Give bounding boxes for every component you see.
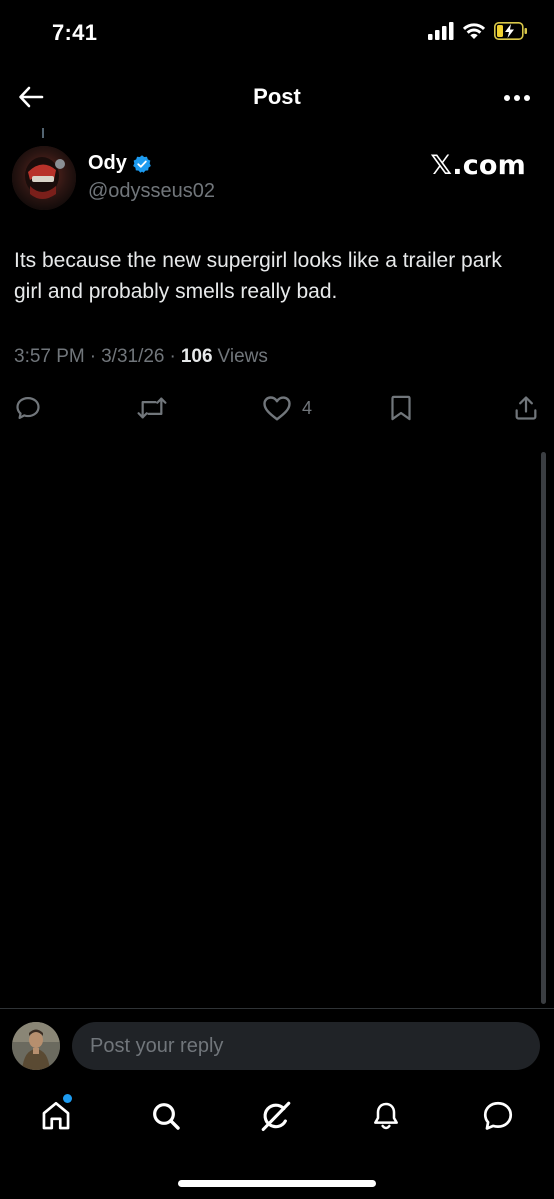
tab-grok[interactable] (254, 1094, 298, 1138)
like-button[interactable]: 4 (262, 392, 312, 424)
bookmark-icon (391, 395, 411, 421)
like-count: 4 (302, 397, 313, 418)
post-text: Its because the new supergirl looks like… (14, 249, 502, 303)
views-label: Views (217, 346, 268, 367)
reply-bar-divider (0, 1008, 554, 1009)
notification-dot (63, 1094, 72, 1103)
wifi-icon (462, 23, 486, 39)
status-icons (428, 22, 528, 40)
share-button[interactable] (512, 392, 540, 424)
tab-home[interactable] (34, 1094, 78, 1138)
verified-badge-icon (133, 154, 151, 173)
views-count[interactable]: 106 (181, 346, 213, 368)
thread-connector-line (42, 128, 44, 138)
tab-search[interactable] (144, 1094, 188, 1138)
tab-notifications[interactable] (364, 1094, 408, 1138)
post-date: 3/31/26 (101, 346, 165, 367)
status-time: 7:41 (52, 20, 98, 45)
notifications-icon (374, 1102, 398, 1130)
author-name[interactable]: Ody (88, 152, 127, 175)
post-meta: 3:57 PM · 3/31/26 · 106 Views (14, 346, 268, 368)
messages-icon (483, 1101, 513, 1130)
avatar-image (12, 146, 76, 210)
cellular-signal-icon (428, 22, 454, 40)
author-name-row[interactable]: Ody (88, 152, 152, 175)
author-handle[interactable]: @odysseus02 (88, 180, 215, 203)
post-actions-bar: 4 (0, 392, 554, 424)
home-indicator[interactable] (178, 1180, 376, 1187)
repost-button[interactable] (136, 392, 168, 424)
page-title: Post (253, 84, 301, 109)
search-icon (153, 1103, 180, 1130)
source-label: 𝕏.com (430, 150, 526, 181)
meta-separator: · (169, 346, 176, 367)
post-detail-screen: 7:41 Post Ody @odysseus02 𝕏.com Its beca… (0, 0, 554, 1199)
battery-charging-icon (494, 22, 527, 40)
bookmark-button[interactable] (388, 392, 414, 424)
top-nav-bar: Post (0, 78, 554, 118)
more-options-button[interactable] (500, 84, 534, 112)
bottom-tab-bar (0, 1094, 554, 1138)
grok-icon (261, 1101, 291, 1132)
share-icon (515, 396, 537, 420)
post-time: 3:57 PM (14, 346, 85, 367)
reply-button[interactable] (14, 392, 42, 424)
repost-icon (137, 397, 167, 419)
heart-icon (263, 396, 291, 421)
author-avatar[interactable] (12, 146, 76, 210)
reply-bubble-icon (16, 396, 40, 420)
scrollbar[interactable] (541, 452, 546, 1004)
home-icon (42, 1101, 70, 1130)
meta-separator: · (89, 346, 97, 367)
current-user-avatar (12, 1022, 60, 1070)
more-dots-icon (504, 95, 530, 101)
tab-messages[interactable] (476, 1094, 520, 1138)
avatar-image (12, 1022, 60, 1070)
reply-input[interactable] (72, 1022, 540, 1070)
